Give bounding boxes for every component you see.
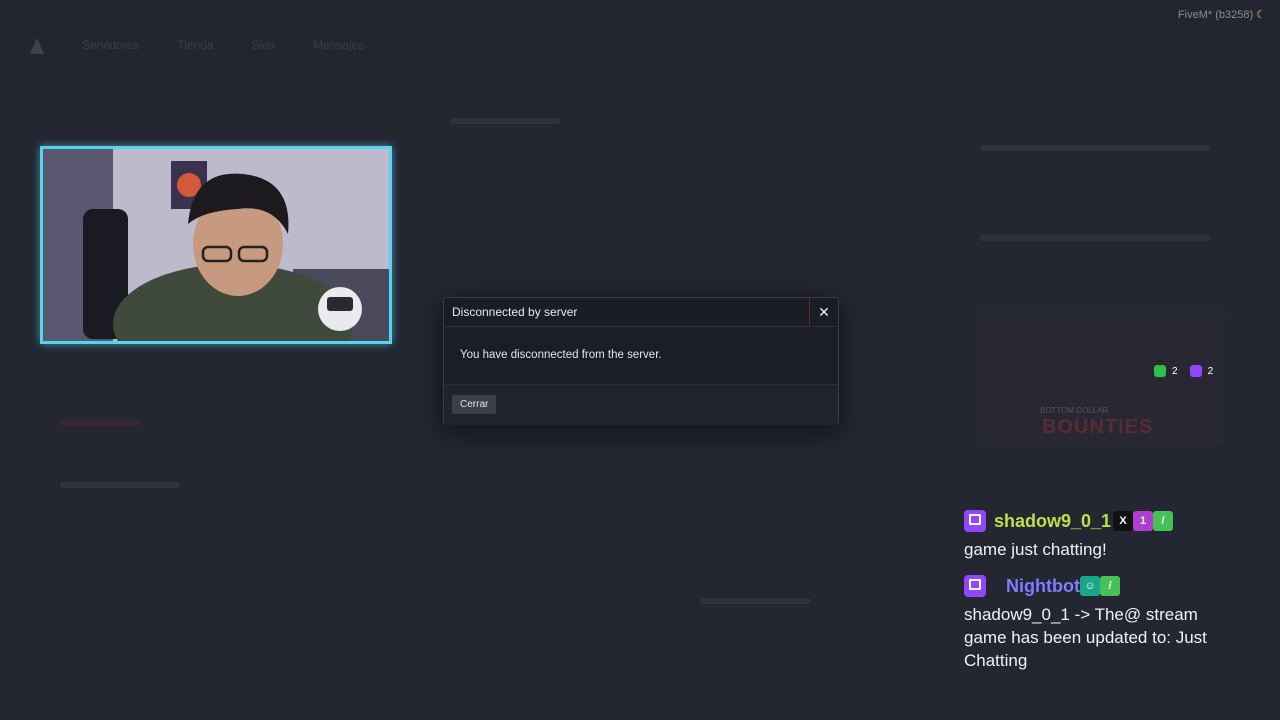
placeholder-line — [60, 482, 180, 488]
x-badge-icon: X — [1113, 511, 1134, 531]
chat-message-text: shadow9_0_1 -> The@ stream game has been… — [964, 605, 1207, 670]
main-nav: Servidores Tienda Skin Mensajes — [30, 38, 364, 54]
chat-message-text: game just chatting! — [964, 540, 1107, 559]
connect-button-placeholder — [60, 420, 140, 426]
fivem-logo-icon[interactable] — [30, 38, 44, 54]
xbox-count: 2 — [1172, 365, 1178, 377]
disconnect-dialog: Disconnected by server ✕ You have discon… — [443, 297, 839, 425]
twitch-icon — [964, 510, 986, 532]
placeholder-line — [980, 235, 1210, 241]
chat-username: shadow9_0_1 — [994, 510, 1112, 531]
sword-badge-icon: / — [1099, 576, 1120, 596]
server-list-panel — [30, 470, 920, 690]
twitch-icon — [964, 575, 986, 597]
build-label: FiveM* (b3258) ☾ — [1178, 8, 1266, 21]
cerrar-button[interactable]: Cerrar — [452, 395, 497, 414]
promo-banner[interactable]: BOTTOM DOLLAR BOUNTIES — [980, 310, 1225, 445]
chat-message: shadow9_0_1 X 1 / game just chatting! — [964, 510, 1264, 561]
stream-chat-overlay: shadow9_0_1 X 1 / game just chatting! Ni… — [964, 510, 1264, 686]
moon-icon: ☾ — [1256, 9, 1266, 21]
bot-badge-icon: ☺ — [1079, 576, 1100, 596]
xbox-icon — [1154, 365, 1166, 377]
sword-badge-icon: / — [1153, 511, 1174, 531]
placeholder-line — [700, 598, 810, 604]
first-badge-icon: 1 — [1133, 511, 1154, 531]
fivem-topbar: Servidores Tienda Skin Mensajes — [0, 0, 1280, 92]
twitch-icon — [1189, 365, 1202, 377]
webcam-overlay — [40, 146, 392, 344]
chat-user-row: shadow9_0_1 X 1 / — [964, 510, 1264, 532]
dialog-footer: Cerrar — [444, 384, 838, 425]
webcam-feed-image — [43, 149, 389, 341]
dialog-body: You have disconnected from the server. — [444, 327, 838, 384]
chat-message: Nightbot ☺ / shadow9_0_1 -> The@ stream … — [964, 575, 1264, 672]
nav-item-mensajes[interactable]: Mensajes — [313, 38, 364, 54]
twitch-count: 2 — [1207, 365, 1214, 377]
dialog-message: You have disconnected from the server. — [460, 349, 662, 361]
placeholder-line — [980, 145, 1210, 151]
dialog-title: Disconnected by server — [452, 305, 578, 319]
dialog-header: Disconnected by server ✕ — [444, 298, 838, 327]
chat-user-row: Nightbot ☺ / — [964, 575, 1264, 597]
build-label-text: FiveM* (b3258) — [1177, 9, 1254, 21]
nav-item-skin[interactable]: Skin — [252, 38, 275, 54]
nav-item-servidores[interactable]: Servidores — [82, 38, 139, 54]
server-info-panel — [420, 92, 690, 192]
promo-subtitle: BOTTOM DOLLAR — [1040, 406, 1109, 415]
stream-viewer-counter: 2 2 — [1154, 365, 1213, 377]
nav-item-tienda[interactable]: Tienda — [177, 38, 213, 54]
close-icon: ✕ — [818, 303, 830, 320]
placeholder-line — [450, 118, 560, 124]
server-meta-panel — [710, 92, 920, 192]
promo-title: BOUNTIES — [1042, 416, 1154, 438]
chat-username: Nightbot — [1006, 575, 1080, 596]
close-button[interactable]: ✕ — [809, 298, 838, 326]
